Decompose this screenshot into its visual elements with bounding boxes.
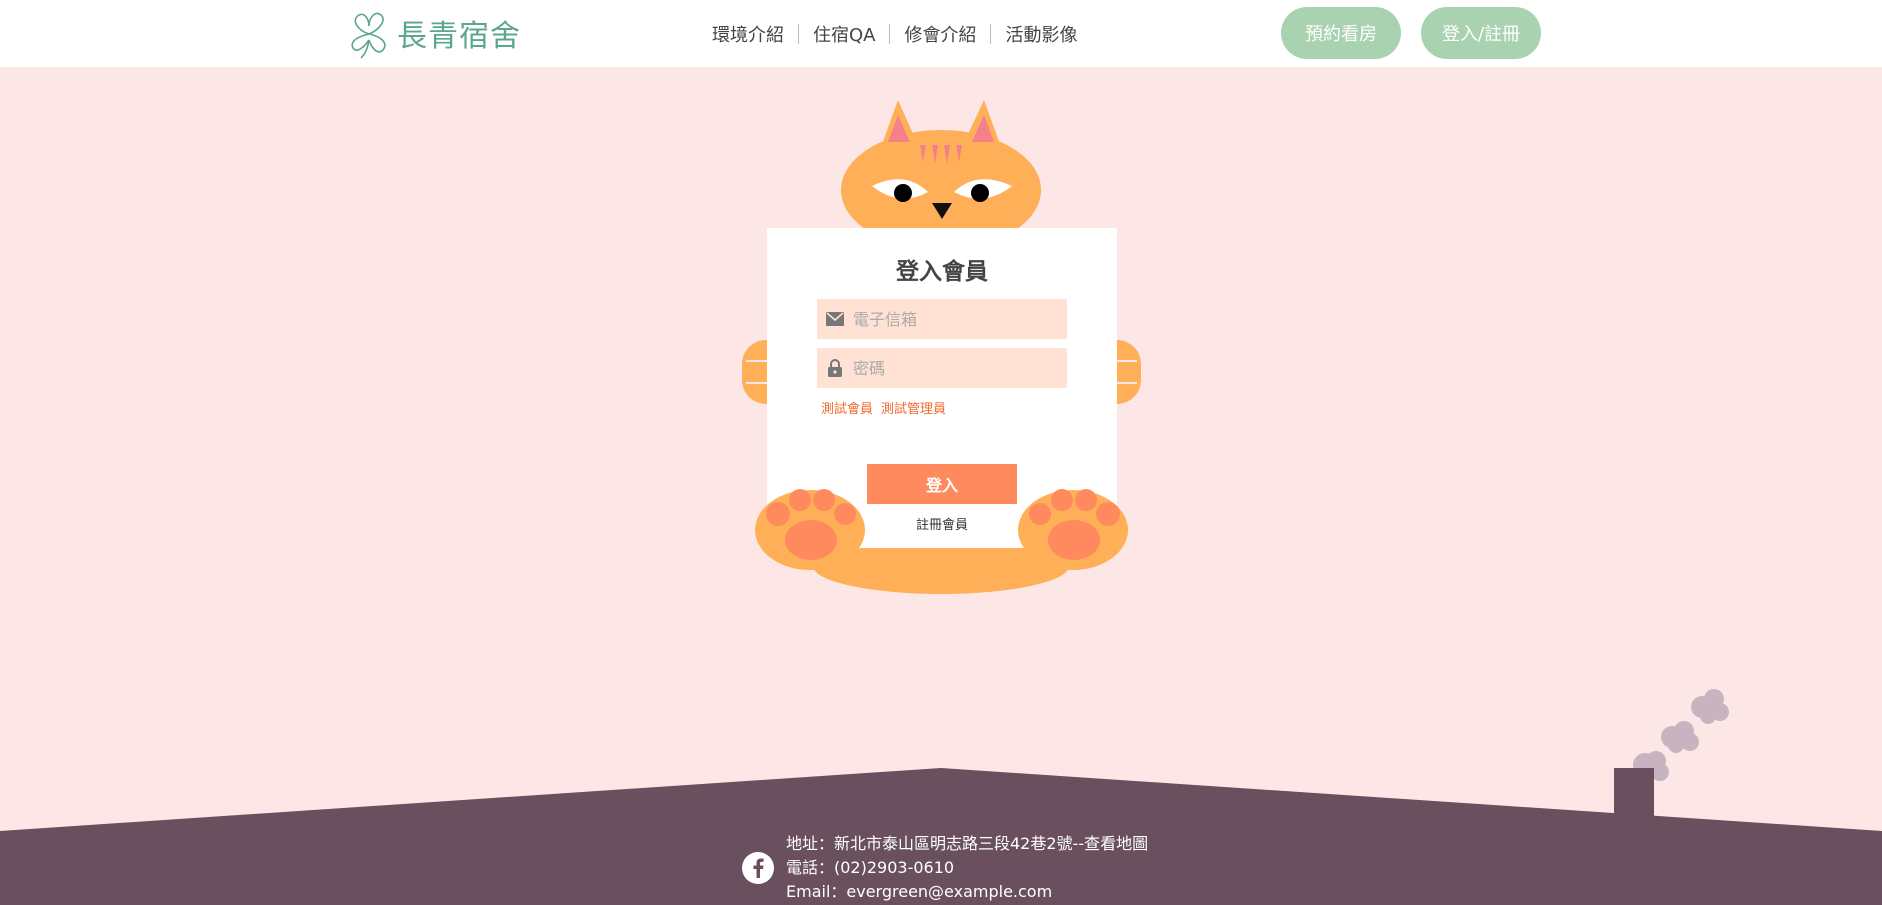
footer-roof <box>0 689 1882 905</box>
address-text: 地址：新北市泰山區明志路三段42巷2號 <box>786 834 1073 853</box>
phone-line: 電話：(02)2903-0610 <box>786 858 955 877</box>
view-map-link[interactable]: --查看地圖 <box>1073 834 1149 853</box>
email-line: Email：evergreen@example.com <box>786 882 1053 901</box>
address-line: 地址：新北市泰山區明志路三段42巷2號--查看地圖 <box>786 832 1148 856</box>
contact-info: 地址：新北市泰山區明志路三段42巷2號--查看地圖 電話：(02)2903-06… <box>786 832 1148 904</box>
facebook-icon[interactable] <box>742 852 774 884</box>
